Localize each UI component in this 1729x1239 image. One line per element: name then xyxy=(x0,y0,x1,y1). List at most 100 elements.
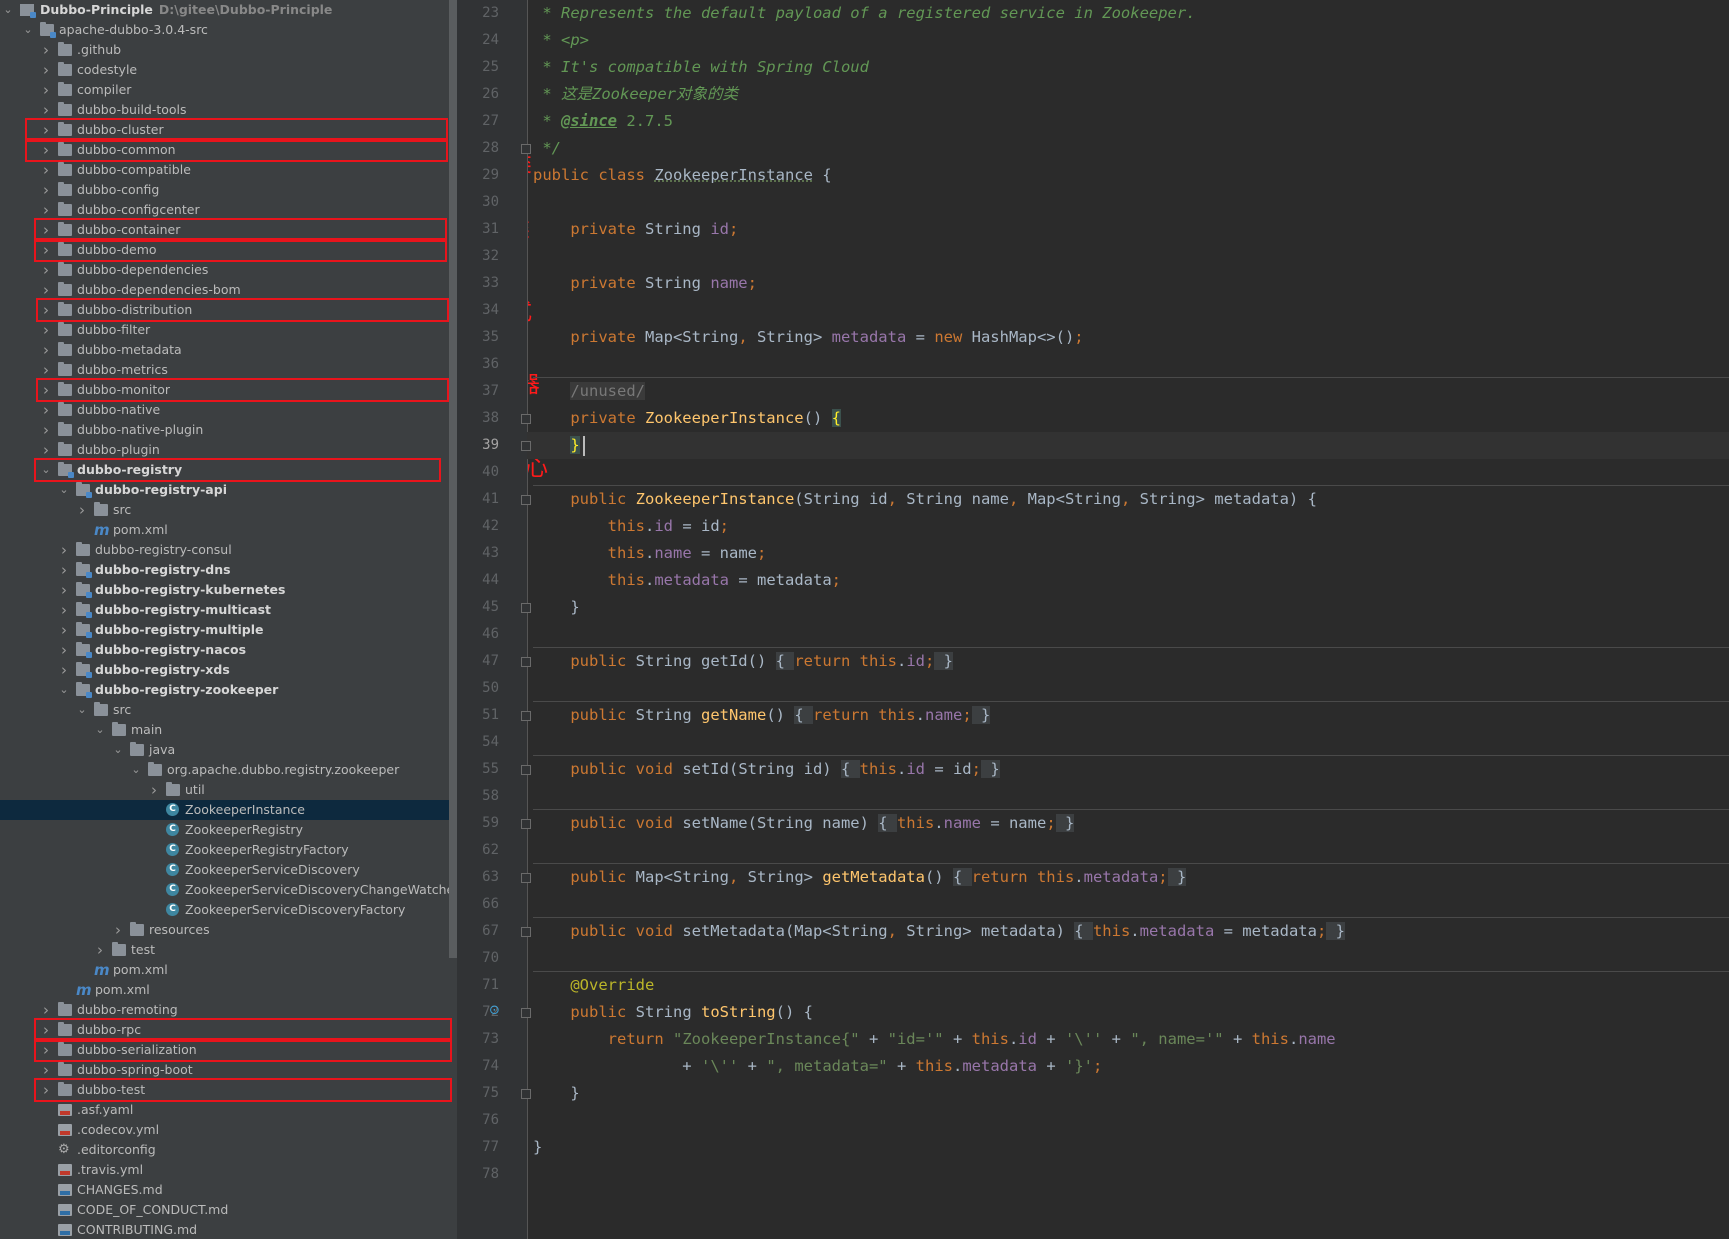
tree-item-zookeeperregistryfactory[interactable]: C ZookeeperRegistryFactory xyxy=(0,840,449,860)
tree-item-java[interactable]: ⌄ java xyxy=(0,740,449,760)
chevron-down-icon[interactable]: ⌄ xyxy=(2,0,14,20)
fold-toggle-icon[interactable] xyxy=(521,441,531,451)
line-number[interactable]: 30 xyxy=(457,189,499,216)
tree-item-dubbo-dependencies[interactable]: › dubbo-dependencies xyxy=(0,260,449,280)
code-line[interactable]: } xyxy=(533,432,580,459)
code-line[interactable]: * Represents the default payload of a re… xyxy=(533,0,1195,27)
tree-item-resources[interactable]: › resources xyxy=(0,920,449,940)
tree-item-compiler[interactable]: › compiler xyxy=(0,80,449,100)
line-number[interactable]: 73 xyxy=(457,1026,499,1053)
line-number[interactable]: 74 xyxy=(457,1053,499,1080)
line-number[interactable]: 28 xyxy=(457,135,499,162)
tree-item-code-of-conduct-md[interactable]: CODE_OF_CONDUCT.md xyxy=(0,1200,449,1220)
line-number[interactable]: 32 xyxy=(457,243,499,270)
code-line[interactable]: public String getName() { return this.na… xyxy=(533,702,991,729)
line-number[interactable]: 38 xyxy=(457,405,499,432)
line-number[interactable]: 34 xyxy=(457,297,499,324)
code-line[interactable]: public String toString() { xyxy=(533,999,813,1026)
line-number[interactable]: 41 xyxy=(457,486,499,513)
tree-item-pom-xml[interactable]: m pom.xml xyxy=(0,980,449,1000)
code-line[interactable]: } xyxy=(533,1134,542,1161)
chevron-right-icon[interactable]: › xyxy=(58,620,70,640)
tree-item-contributing-md[interactable]: CONTRIBUTING.md xyxy=(0,1220,449,1239)
tree-item-dubbo-registry-api[interactable]: ⌄ dubbo-registry-api xyxy=(0,480,449,500)
tree-item-util[interactable]: › util xyxy=(0,780,449,800)
chevron-right-icon[interactable]: › xyxy=(40,160,52,180)
code-line[interactable]: public void setId(String id) { this.id =… xyxy=(533,756,1000,783)
code-line[interactable]: public void setMetadata(Map<String, Stri… xyxy=(533,918,1345,945)
chevron-right-icon[interactable]: › xyxy=(40,280,52,300)
code-line[interactable]: public Map<String, String> getMetadata()… xyxy=(533,864,1187,891)
chevron-right-icon[interactable]: › xyxy=(76,500,88,520)
chevron-right-icon[interactable]: › xyxy=(58,540,70,560)
chevron-right-icon[interactable]: › xyxy=(40,400,52,420)
line-number[interactable]: 59 xyxy=(457,810,499,837)
tree-item-main[interactable]: ⌄ main xyxy=(0,720,449,740)
tree-item-apache-dubbo-3-0-4-src[interactable]: ⌄ apache-dubbo-3.0.4-src xyxy=(0,20,449,40)
chevron-right-icon[interactable]: › xyxy=(40,60,52,80)
tree-item-dubbo-native[interactable]: › dubbo-native xyxy=(0,400,449,420)
chevron-right-icon[interactable]: › xyxy=(40,340,52,360)
tree-item-editorconfig[interactable]: ⚙ .editorconfig xyxy=(0,1140,449,1160)
line-number[interactable]: 35 xyxy=(457,324,499,351)
line-number[interactable]: 26 xyxy=(457,81,499,108)
code-line[interactable]: private String id; xyxy=(533,216,738,243)
code-line[interactable]: /unused/ xyxy=(533,378,645,405)
tree-item-dubbo-native-plugin[interactable]: › dubbo-native-plugin xyxy=(0,420,449,440)
code-line[interactable]: * It's compatible with Spring Cloud xyxy=(533,54,869,81)
fold-toggle-icon[interactable] xyxy=(521,873,531,883)
line-number[interactable]: 45 xyxy=(457,594,499,621)
line-number[interactable]: 77 xyxy=(457,1134,499,1161)
line-number[interactable]: 40 xyxy=(457,459,499,486)
tree-item-dubbo-registry-consul[interactable]: › dubbo-registry-consul xyxy=(0,540,449,560)
code-line[interactable]: public ZookeeperInstance(String id, Stri… xyxy=(533,486,1317,513)
fold-toggle-icon[interactable] xyxy=(521,657,531,667)
tree-item-travis-yml[interactable]: .travis.yml xyxy=(0,1160,449,1180)
tree-item-dubbo-dependencies-bom[interactable]: › dubbo-dependencies-bom xyxy=(0,280,449,300)
line-number[interactable]: 67 xyxy=(457,918,499,945)
chevron-right-icon[interactable]: › xyxy=(58,560,70,580)
line-number[interactable]: 37 xyxy=(457,378,499,405)
code-line[interactable]: return "ZookeeperInstance{" + "id='" + t… xyxy=(533,1026,1336,1053)
chevron-right-icon[interactable]: › xyxy=(40,100,52,120)
tree-item-pom-xml[interactable]: m pom.xml xyxy=(0,520,449,540)
chevron-right-icon[interactable]: › xyxy=(40,420,52,440)
line-number[interactable]: 63 xyxy=(457,864,499,891)
tree-item-dubbo-remoting[interactable]: › dubbo-remoting xyxy=(0,1000,449,1020)
tree-item-src[interactable]: › src xyxy=(0,500,449,520)
chevron-right-icon[interactable]: › xyxy=(148,780,160,800)
fold-toggle-icon[interactable] xyxy=(521,765,531,775)
tree-item-dubbo-configcenter[interactable]: › dubbo-configcenter xyxy=(0,200,449,220)
code-line[interactable]: @Override xyxy=(533,972,654,999)
line-number[interactable]: 50 xyxy=(457,675,499,702)
tree-item-zookeeperservicediscoverychangewatcher[interactable]: C ZookeeperServiceDiscoveryChangeWatcher xyxy=(0,880,449,900)
tree-item-dubbo-registry-nacos[interactable]: › dubbo-registry-nacos xyxy=(0,640,449,660)
tree-item-dubbo-plugin[interactable]: › dubbo-plugin xyxy=(0,440,449,460)
fold-toggle-icon[interactable] xyxy=(521,1089,531,1099)
fold-toggle-icon[interactable] xyxy=(521,414,531,424)
tree-item-dubbo-registry-kubernetes[interactable]: › dubbo-registry-kubernetes xyxy=(0,580,449,600)
line-number[interactable]: 62 xyxy=(457,837,499,864)
line-number[interactable]: 76 xyxy=(457,1107,499,1134)
fold-toggle-icon[interactable] xyxy=(521,144,531,154)
code-line[interactable]: private Map<String, String> metadata = n… xyxy=(533,324,1083,351)
line-number[interactable]: 44 xyxy=(457,567,499,594)
tree-item-zookeeperregistry[interactable]: C ZookeeperRegistry xyxy=(0,820,449,840)
chevron-right-icon[interactable]: › xyxy=(40,40,52,60)
chevron-down-icon[interactable]: ⌄ xyxy=(58,680,70,700)
chevron-down-icon[interactable]: ⌄ xyxy=(94,720,106,740)
tree-item-github[interactable]: › .github xyxy=(0,40,449,60)
tree-item-dubbo-spring-boot[interactable]: › dubbo-spring-boot xyxy=(0,1060,449,1080)
line-number[interactable]: 24 xyxy=(457,27,499,54)
chevron-right-icon[interactable]: › xyxy=(94,940,106,960)
code-line[interactable]: * 这是Zookeeper对象的类 xyxy=(533,81,738,108)
line-number[interactable]: 47 xyxy=(457,648,499,675)
line-number[interactable]: 29 xyxy=(457,162,499,189)
tree-item-asf-yaml[interactable]: .asf.yaml xyxy=(0,1100,449,1120)
chevron-down-icon[interactable]: ⌄ xyxy=(76,700,88,720)
chevron-right-icon[interactable]: › xyxy=(112,920,124,940)
chevron-right-icon[interactable]: › xyxy=(40,1060,52,1080)
tree-item-dubbo-filter[interactable]: › dubbo-filter xyxy=(0,320,449,340)
line-number[interactable]: 55 xyxy=(457,756,499,783)
line-number[interactable]: 71 xyxy=(457,972,499,999)
